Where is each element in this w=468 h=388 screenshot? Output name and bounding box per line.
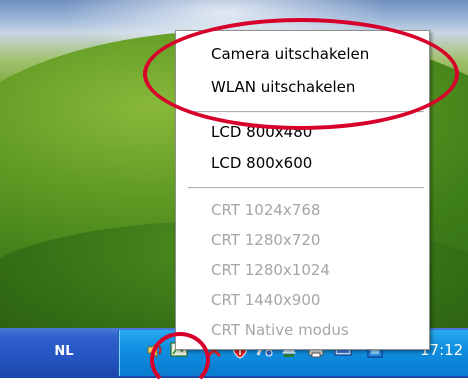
menu-item-crt-1280x720: CRT 1280x720 [211,231,321,249]
annotation-circle-tray-icon [150,332,210,388]
annotation-circle-menu-top [143,18,459,130]
menu-item-crt-1440x900: CRT 1440x900 [211,291,321,309]
menu-item-lcd-800x600[interactable]: LCD 800x600 [211,151,312,175]
menu-item-crt-1024x768: CRT 1024x768 [211,201,321,219]
menu-separator [188,187,424,189]
menu-item-crt-native: CRT Native modus [211,321,349,339]
menu-item-crt-1280x1024: CRT 1280x1024 [211,261,330,279]
language-indicator[interactable]: NL [50,342,78,362]
